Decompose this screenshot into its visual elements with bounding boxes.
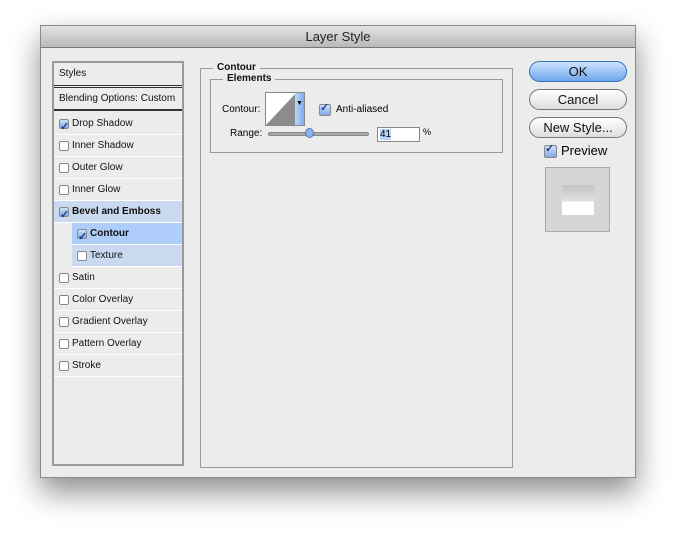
style-label: Gradient Overlay [72, 315, 148, 327]
range-input[interactable]: 41 [377, 127, 420, 142]
group-title: Elements [223, 73, 276, 84]
section-title: Contour [213, 62, 260, 73]
title-bar: Layer Style [41, 26, 635, 48]
chevron-down-icon[interactable]: ▼ [295, 93, 304, 125]
new-style-button[interactable]: New Style... [529, 117, 627, 138]
range-label: Range: [230, 128, 263, 139]
style-checkbox[interactable] [77, 250, 87, 261]
style-checkbox[interactable] [59, 140, 69, 151]
style-label: Inner Glow [72, 183, 121, 195]
style-checkbox[interactable] [59, 338, 69, 349]
style-label: Color Overlay [72, 293, 134, 305]
style-checkbox[interactable] [59, 294, 69, 305]
styles-header[interactable]: Styles [54, 63, 182, 88]
anti-aliased-checkbox[interactable] [319, 101, 331, 116]
style-item[interactable]: Inner Shadow [54, 135, 182, 157]
style-item[interactable]: Satin [54, 267, 182, 289]
blending-options[interactable]: Blending Options: Custom [54, 89, 182, 111]
style-item[interactable]: Gradient Overlay [54, 311, 182, 333]
elements-group: Elements Contour: ▼ Anti-aliased Range: … [210, 73, 503, 153]
style-label: Pattern Overlay [72, 337, 142, 349]
range-unit: % [423, 127, 432, 137]
style-item[interactable]: Pattern Overlay [54, 333, 182, 355]
style-label: Texture [90, 249, 123, 261]
style-checkbox[interactable] [77, 226, 87, 248]
style-checkbox[interactable] [59, 116, 69, 138]
style-checkbox[interactable] [59, 316, 69, 327]
style-item[interactable]: Color Overlay [54, 289, 182, 311]
style-item[interactable]: Bevel and Emboss [54, 201, 182, 226]
ok-button[interactable]: OK [529, 61, 627, 82]
style-item[interactable]: Inner Glow [54, 179, 182, 201]
style-item[interactable]: Contour [72, 223, 182, 248]
style-checkbox[interactable] [59, 162, 69, 173]
style-item[interactable]: Drop Shadow [54, 113, 182, 138]
style-item[interactable]: Texture [72, 245, 182, 267]
anti-aliased-label: Anti-aliased [336, 104, 389, 115]
style-label: Contour [90, 227, 129, 239]
style-label: Stroke [72, 359, 101, 371]
style-item[interactable]: Outer Glow [54, 157, 182, 179]
style-checkbox[interactable] [59, 360, 69, 371]
style-checkbox[interactable] [59, 272, 69, 283]
layer-style-dialog: Layer Style Styles Blending Options: Cus… [40, 25, 636, 478]
style-label: Inner Shadow [72, 139, 134, 151]
style-label: Bevel and Emboss [72, 205, 161, 217]
style-label: Satin [72, 271, 95, 283]
contour-label: Contour: [222, 104, 261, 115]
range-value: 41 [380, 129, 392, 140]
style-checkbox[interactable] [59, 204, 69, 226]
style-label: Outer Glow [72, 161, 123, 173]
style-checkbox[interactable] [59, 184, 69, 195]
contour-panel: Contour Elements Contour: ▼ Anti-aliased… [200, 62, 513, 468]
preview-thumbnail [545, 167, 610, 232]
range-slider[interactable] [268, 132, 369, 136]
style-item[interactable]: Stroke [54, 355, 182, 377]
contour-picker[interactable]: ▼ [265, 92, 305, 126]
preview-label: Preview [561, 143, 608, 158]
styles-list: Styles Blending Options: Custom Drop Sha… [52, 61, 184, 466]
cancel-button[interactable]: Cancel [529, 89, 627, 110]
preview-checkbox[interactable] [544, 142, 557, 158]
range-slider-thumb[interactable] [305, 128, 314, 138]
style-label: Drop Shadow [72, 117, 133, 129]
contour-curve-icon [266, 93, 296, 125]
